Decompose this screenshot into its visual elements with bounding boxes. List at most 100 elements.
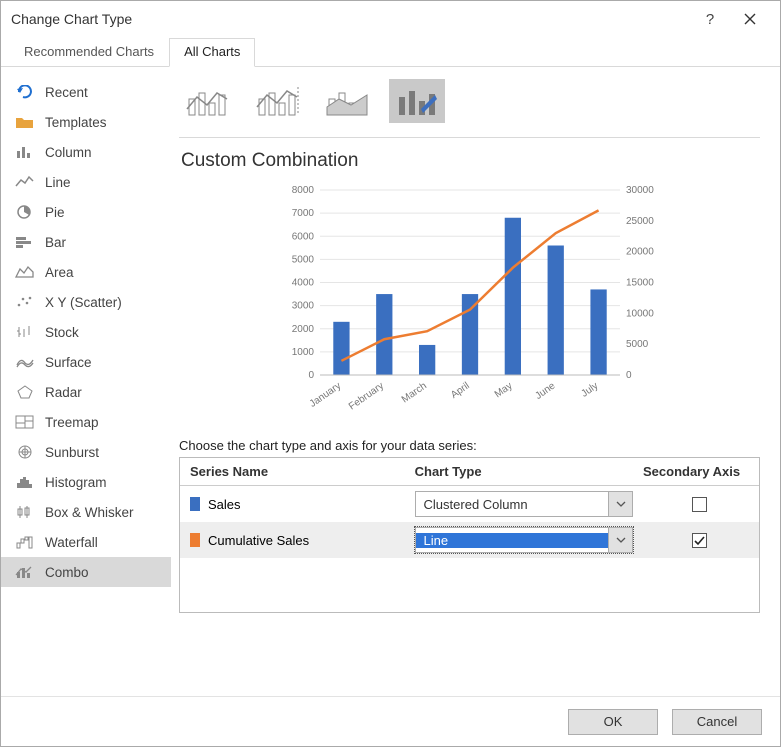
- chart-category-waterfall[interactable]: Waterfall: [1, 527, 171, 557]
- chart-category-label: Box & Whisker: [45, 505, 134, 520]
- chevron-down-icon: [608, 528, 632, 552]
- combo-subtype-row: [179, 79, 760, 138]
- chart-category-treemap[interactable]: Treemap: [1, 407, 171, 437]
- chart-category-histogram[interactable]: Histogram: [1, 467, 171, 497]
- stock-icon: [15, 324, 35, 340]
- chart-category-recent[interactable]: Recent: [1, 77, 171, 107]
- chart-category-label: X Y (Scatter): [45, 295, 122, 310]
- chart-category-surface[interactable]: Surface: [1, 347, 171, 377]
- chart-category-label: Area: [45, 265, 74, 280]
- series-name: Sales: [208, 497, 241, 512]
- combo-subtype-3[interactable]: [319, 79, 375, 123]
- waterfall-icon: [15, 534, 35, 550]
- chart-category-combo[interactable]: Combo: [1, 557, 171, 587]
- series-table: Series Name Chart Type Secondary Axis Sa…: [179, 457, 760, 613]
- series-chart-type-value: Line: [416, 533, 608, 548]
- radar-icon: [15, 384, 35, 400]
- chart-category-label: Line: [45, 175, 71, 190]
- chart-category-x-y-scatter-[interactable]: X Y (Scatter): [1, 287, 171, 317]
- chart-category-sunburst[interactable]: Sunburst: [1, 437, 171, 467]
- series-row: Sales Clustered Column: [180, 486, 759, 522]
- line-icon: [15, 174, 35, 190]
- chart-category-label: Combo: [45, 565, 89, 580]
- column-icon: [15, 144, 35, 160]
- series-header-name: Series Name: [180, 458, 405, 485]
- svg-text:2000: 2000: [291, 324, 314, 335]
- chart-category-line[interactable]: Line: [1, 167, 171, 197]
- chart-preview: 0100020003000400050006000700080000500010…: [270, 180, 670, 430]
- combo-subtype-2[interactable]: [249, 79, 305, 123]
- chart-category-label: Bar: [45, 235, 66, 250]
- svg-text:10000: 10000: [626, 308, 654, 319]
- close-button[interactable]: [730, 1, 770, 37]
- chart-category-label: Templates: [45, 115, 107, 130]
- chevron-down-icon: [608, 492, 632, 516]
- chart-category-radar[interactable]: Radar: [1, 377, 171, 407]
- tab-all-charts[interactable]: All Charts: [169, 38, 255, 67]
- undo-icon: [15, 84, 35, 100]
- chart-category-label: Stock: [45, 325, 79, 340]
- help-button[interactable]: ?: [690, 1, 730, 37]
- chart-category-pie[interactable]: Pie: [1, 197, 171, 227]
- svg-text:March: March: [399, 380, 428, 405]
- series-header-axis: Secondary Axis: [639, 458, 759, 485]
- chart-category-label: Column: [45, 145, 92, 160]
- series-name: Cumulative Sales: [208, 533, 309, 548]
- svg-text:7000: 7000: [291, 208, 314, 219]
- svg-text:20000: 20000: [626, 247, 654, 258]
- titlebar: Change Chart Type ?: [1, 1, 780, 37]
- chart-category-label: Radar: [45, 385, 82, 400]
- chart-category-templates[interactable]: Templates: [1, 107, 171, 137]
- svg-text:0: 0: [308, 370, 314, 381]
- histogram-icon: [15, 474, 35, 490]
- combo-icon: [15, 564, 35, 580]
- series-chart-type-select[interactable]: Line: [415, 527, 633, 553]
- series-swatch: [190, 497, 200, 511]
- change-chart-type-dialog: Change Chart Type ? Recommended Charts A…: [0, 0, 781, 747]
- secondary-axis-checkbox[interactable]: [692, 497, 707, 512]
- main-panel: Custom Combination 010002000300040005000…: [171, 67, 780, 696]
- chart-category-column[interactable]: Column: [1, 137, 171, 167]
- treemap-icon: [15, 414, 35, 430]
- folder-icon: [15, 114, 35, 130]
- svg-text:4000: 4000: [291, 278, 314, 289]
- combo-subtype-custom[interactable]: [389, 79, 445, 123]
- chart-category-label: Histogram: [45, 475, 107, 490]
- dialog-title: Change Chart Type: [11, 11, 132, 27]
- pie-icon: [15, 204, 35, 220]
- scatter-icon: [15, 294, 35, 310]
- combo-subtype-1[interactable]: [179, 79, 235, 123]
- series-instruction: Choose the chart type and axis for your …: [179, 438, 760, 453]
- cancel-button[interactable]: Cancel: [672, 709, 762, 735]
- svg-text:30000: 30000: [626, 185, 654, 196]
- svg-text:25000: 25000: [626, 216, 654, 227]
- chart-category-box-whisker[interactable]: Box & Whisker: [1, 497, 171, 527]
- svg-text:February: February: [346, 380, 385, 412]
- svg-text:June: June: [533, 380, 557, 402]
- sunburst-icon: [15, 444, 35, 460]
- svg-text:3000: 3000: [291, 301, 314, 312]
- chart-category-label: Sunburst: [45, 445, 99, 460]
- series-swatch: [190, 533, 200, 547]
- chart-category-label: Pie: [45, 205, 65, 220]
- chart-category-bar[interactable]: Bar: [1, 227, 171, 257]
- chart-category-label: Recent: [45, 85, 88, 100]
- svg-text:5000: 5000: [626, 339, 649, 350]
- svg-text:8000: 8000: [291, 185, 314, 196]
- boxwhisker-icon: [15, 504, 35, 520]
- series-header-type: Chart Type: [405, 458, 639, 485]
- svg-text:6000: 6000: [291, 231, 314, 242]
- svg-text:1000: 1000: [291, 347, 314, 358]
- secondary-axis-checkbox[interactable]: [692, 533, 707, 548]
- chart-category-list: Recent Templates Column Line Pie Bar Area X Y (…: [1, 67, 171, 696]
- surface-icon: [15, 354, 35, 370]
- series-chart-type-value: Clustered Column: [416, 497, 608, 512]
- ok-button[interactable]: OK: [568, 709, 658, 735]
- svg-text:January: January: [307, 380, 342, 409]
- svg-text:15000: 15000: [626, 278, 654, 289]
- chart-category-stock[interactable]: Stock: [1, 317, 171, 347]
- chart-category-label: Surface: [45, 355, 92, 370]
- chart-category-area[interactable]: Area: [1, 257, 171, 287]
- series-chart-type-select[interactable]: Clustered Column: [415, 491, 633, 517]
- tab-recommended-charts[interactable]: Recommended Charts: [9, 38, 169, 67]
